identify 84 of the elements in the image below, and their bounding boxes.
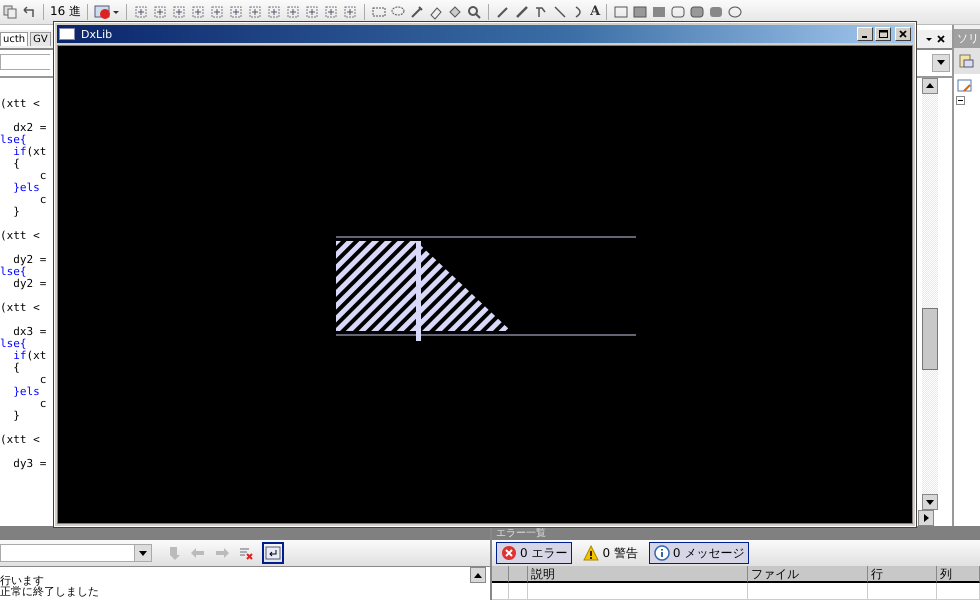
code-line: (xtt < [0, 230, 40, 242]
code-line: }els [12, 386, 40, 398]
document-tab[interactable]: GV [30, 32, 51, 46]
code-line: { [12, 362, 20, 374]
maximize-button[interactable] [875, 27, 891, 41]
line-icon[interactable] [552, 4, 568, 20]
close-button[interactable] [895, 27, 911, 41]
code-line: dy2 = [13, 278, 46, 290]
fill-bucket-icon[interactable] [447, 4, 464, 20]
project-icon[interactable] [956, 78, 972, 94]
error-icon [501, 545, 517, 561]
brush-icon[interactable] [514, 4, 530, 20]
code-line: c [39, 170, 46, 182]
close-icon[interactable] [936, 34, 946, 44]
code-line: dx2 = [12, 122, 46, 134]
up-arrow-icon[interactable] [926, 83, 934, 88]
code-line: if(xt [13, 350, 46, 362]
panel-title: エラー一覧 [495, 528, 546, 540]
table-cell [509, 583, 528, 600]
column-header[interactable] [509, 566, 528, 583]
panel-title: ソリ [954, 28, 980, 48]
scroll-right-button[interactable] [918, 510, 934, 526]
code-line: { [12, 158, 20, 170]
code-line: c [39, 194, 46, 206]
code-line: dy2 = [12, 254, 46, 266]
right-arrow-icon [924, 514, 928, 522]
rectangle-icon[interactable] [613, 4, 630, 20]
dropdown-button[interactable] [932, 54, 950, 72]
code-line: }els [12, 182, 40, 194]
table-cell [937, 583, 980, 600]
filter-button[interactable]: 0 メッセージ [648, 542, 750, 564]
code-line: dy3 = [12, 458, 46, 470]
code-line: lse{ [0, 338, 26, 350]
properties-icon[interactable] [958, 52, 974, 69]
caret-icon [937, 60, 945, 66]
eyedropper-icon[interactable] [409, 4, 426, 20]
warning-icon [583, 545, 600, 561]
document-tab[interactable]: ucth [0, 32, 28, 46]
code-line: } [12, 206, 20, 218]
undo-icon[interactable] [21, 4, 37, 20]
code-line: (xtt < [0, 302, 40, 314]
column-header[interactable] [492, 566, 509, 583]
info-icon [654, 545, 670, 561]
column-header[interactable]: 列 [937, 566, 980, 583]
maximize-icon [878, 30, 888, 38]
copy-icon[interactable] [2, 4, 18, 20]
filled-rectangle-icon[interactable] [632, 4, 648, 20]
ellipse-icon[interactable] [727, 4, 744, 20]
rounded-rectangle-icon[interactable] [670, 4, 686, 20]
zoom-icon[interactable] [466, 4, 482, 20]
code-line: dx3 = [12, 326, 46, 338]
column-header[interactable]: ファイル [748, 566, 868, 583]
window-icon [59, 28, 75, 40]
column-header[interactable]: 行 [868, 566, 937, 583]
word-wrap-icon[interactable] [262, 542, 284, 564]
column-header[interactable]: 説明 [528, 566, 748, 583]
table-cell [492, 583, 509, 600]
minimize-button[interactable] [857, 27, 873, 41]
down-arrow-icon[interactable] [926, 500, 934, 504]
scroll-up-button[interactable] [470, 567, 486, 583]
vertical-scrollbar[interactable] [922, 78, 938, 510]
record-icon[interactable] [94, 4, 120, 20]
caret-icon [139, 550, 147, 556]
code-line: } [12, 410, 20, 422]
filter-button[interactable]: 0 警告 [578, 542, 643, 564]
output-line: 行います [0, 575, 45, 586]
rounded-rectangle-icon[interactable] [689, 4, 706, 20]
code-line: lse{ [0, 134, 26, 146]
filter-button[interactable]: 0 エラー [496, 542, 572, 564]
code-line: if(xt [13, 146, 46, 158]
scrollbar-thumb[interactable] [922, 308, 938, 370]
close-icon [899, 30, 907, 38]
text-tool[interactable]: A [590, 4, 600, 20]
output-line: 正常に終了しました [0, 586, 100, 597]
up-arrow-icon [474, 572, 482, 578]
code-line: c [39, 398, 46, 410]
code-line: (xtt < [0, 98, 40, 110]
window-title: DxLib [81, 28, 112, 40]
code-line: lse{ [0, 266, 26, 278]
code-line: c [39, 374, 46, 386]
code-line: (xtt < [0, 434, 40, 446]
table-cell [868, 583, 937, 600]
collapse-icon[interactable] [956, 96, 965, 105]
hex-label[interactable]: 16 進 [50, 3, 82, 20]
